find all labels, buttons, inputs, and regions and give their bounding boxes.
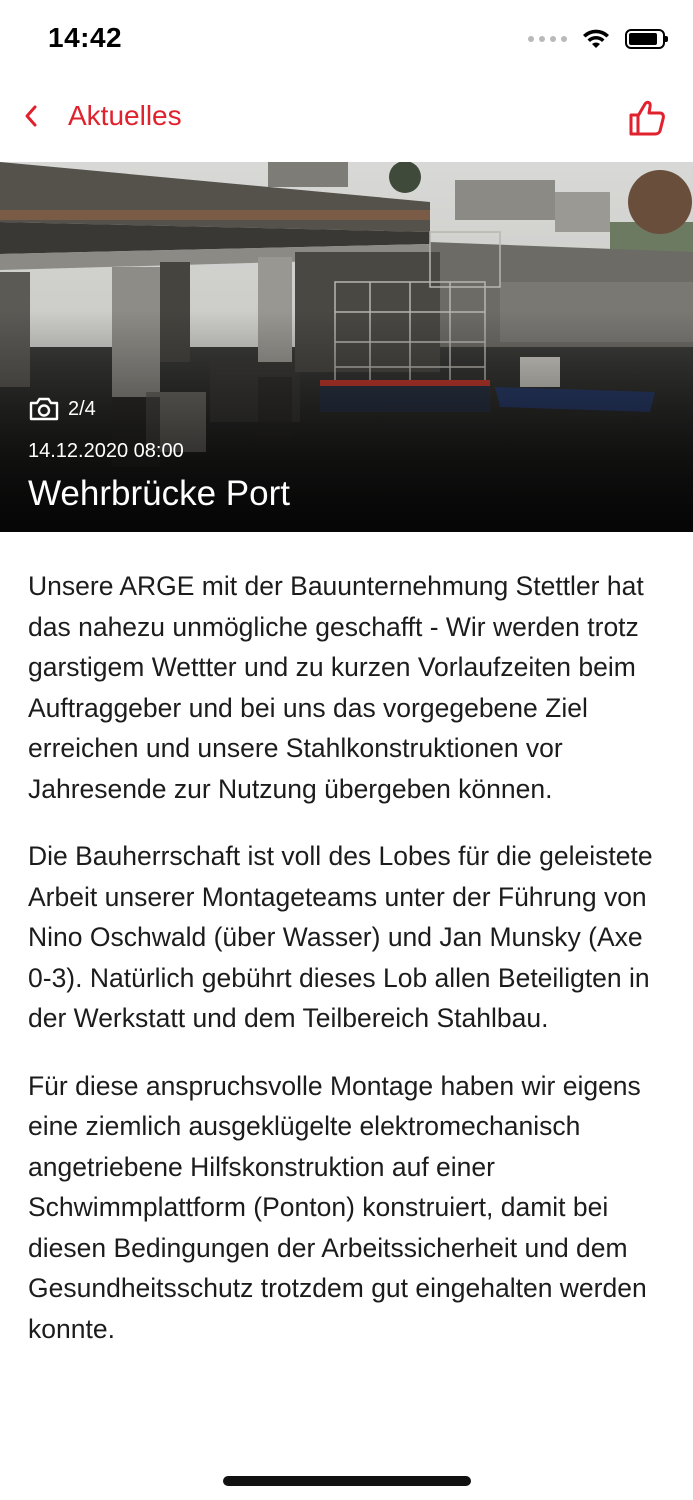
chevron-left-icon [25, 105, 37, 127]
status-icons [528, 28, 668, 50]
cellular-signal-icon [528, 36, 567, 42]
photo-counter-text: 2/4 [68, 397, 96, 420]
thumbs-up-icon[interactable] [627, 98, 667, 138]
article-paragraph: Unsere ARGE mit der Bauunternehmung Stet… [28, 571, 644, 804]
article-paragraph: Die Bauherrschaft ist voll des Lobes für… [28, 841, 653, 1033]
photo-counter: 2/4 [28, 396, 96, 422]
camera-icon [29, 397, 59, 421]
home-indicator[interactable] [223, 1476, 471, 1486]
back-button[interactable]: Aktuelles [22, 100, 182, 132]
article-body: Unsere ARGE mit der Bauunternehmung Stet… [28, 566, 668, 1376]
navigation-bar: Aktuelles [0, 82, 693, 162]
article-date: 14.12.2020 08:00 [28, 440, 184, 462]
article-paragraph: Für diese anspruchsvolle Montage haben w… [28, 1070, 647, 1344]
battery-icon [625, 29, 668, 49]
back-button-label: Aktuelles [68, 100, 182, 131]
article-title: Wehrbrücke Port [28, 474, 290, 513]
status-bar: 14:42 [0, 0, 693, 82]
hero-image[interactable]: 2/4 14.12.2020 08:00 Wehrbrücke Port [0, 162, 693, 532]
wifi-icon [583, 29, 609, 48]
status-time: 14:42 [48, 22, 123, 53]
